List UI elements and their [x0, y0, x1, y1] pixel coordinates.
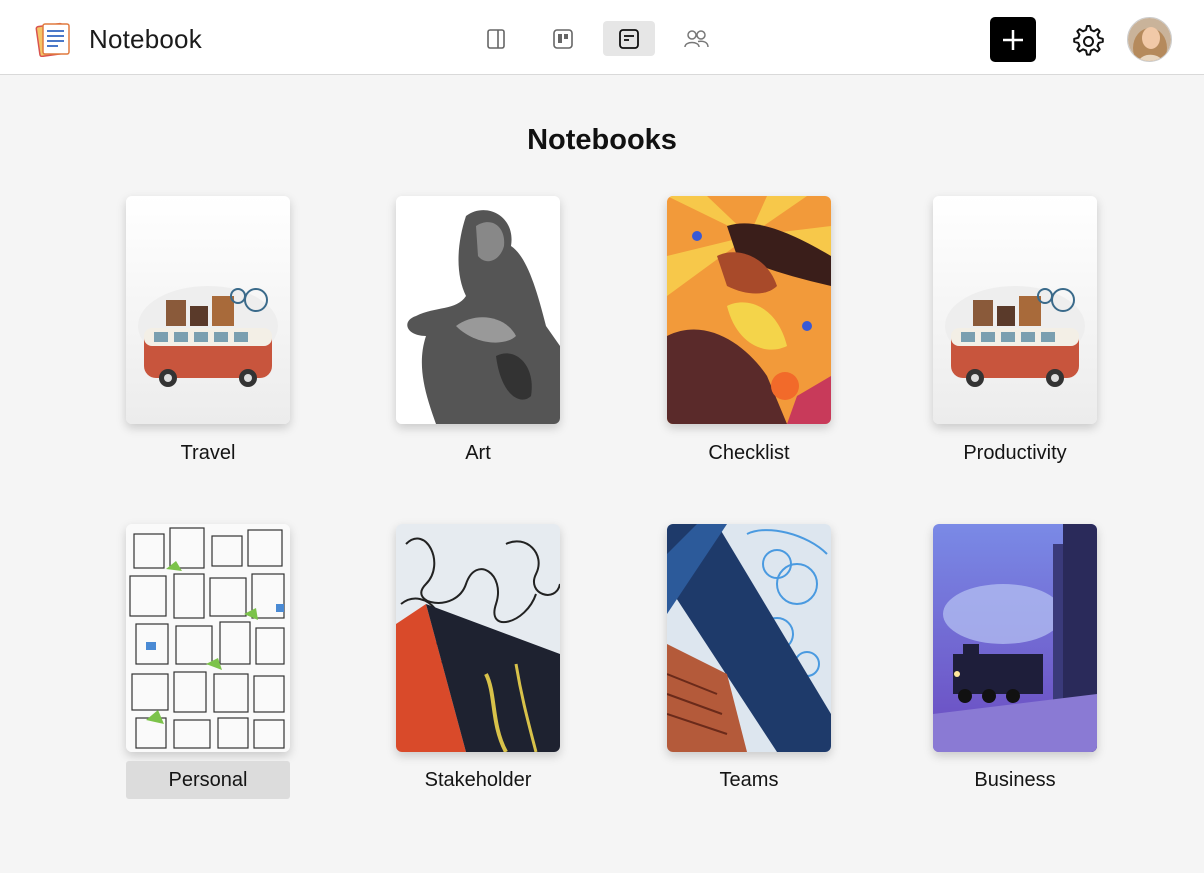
notebook-label[interactable]: Productivity — [933, 434, 1097, 472]
page-title: Notebooks — [527, 124, 677, 156]
notebook-cover-travel[interactable] — [126, 196, 290, 424]
notebook-label[interactable]: Stakeholder — [396, 761, 560, 799]
panel-icon — [487, 28, 505, 49]
notebook-label[interactable]: Teams — [667, 761, 831, 799]
top-bar: Notebook — [0, 0, 1204, 75]
notebook-cover-stakeholder[interactable] — [396, 524, 560, 752]
notebook-logo-icon[interactable] — [34, 21, 74, 58]
plus-icon — [1003, 29, 1023, 50]
notebook-cover-business[interactable] — [933, 524, 1097, 752]
notebook-cover-checklist[interactable] — [667, 196, 831, 424]
app-title: Notebook — [89, 24, 202, 54]
note-icon — [619, 28, 639, 49]
settings-button[interactable] — [1069, 22, 1105, 58]
sidebar-view-toggle[interactable] — [470, 21, 522, 56]
avatar[interactable] — [1127, 17, 1172, 62]
notebook-cover-teams[interactable] — [667, 524, 831, 752]
notebook-label[interactable]: Checklist — [667, 434, 831, 472]
gear-icon — [1073, 25, 1104, 56]
notebook-label[interactable]: Travel — [126, 434, 290, 472]
board-view-toggle[interactable] — [537, 21, 589, 56]
notebook-label[interactable]: Art — [396, 434, 560, 472]
notebook-cover-productivity[interactable] — [933, 196, 1097, 424]
notebook-cover-personal[interactable] — [126, 524, 290, 752]
add-button[interactable] — [990, 17, 1036, 62]
notebook-view-toggle[interactable] — [603, 21, 655, 56]
notebook-label[interactable]: Personal — [126, 761, 290, 799]
people-view-toggle[interactable] — [670, 21, 722, 56]
people-icon — [684, 29, 709, 47]
notebook-cover-art[interactable] — [396, 196, 560, 424]
board-icon — [553, 28, 573, 49]
notebook-label[interactable]: Business — [933, 761, 1097, 799]
